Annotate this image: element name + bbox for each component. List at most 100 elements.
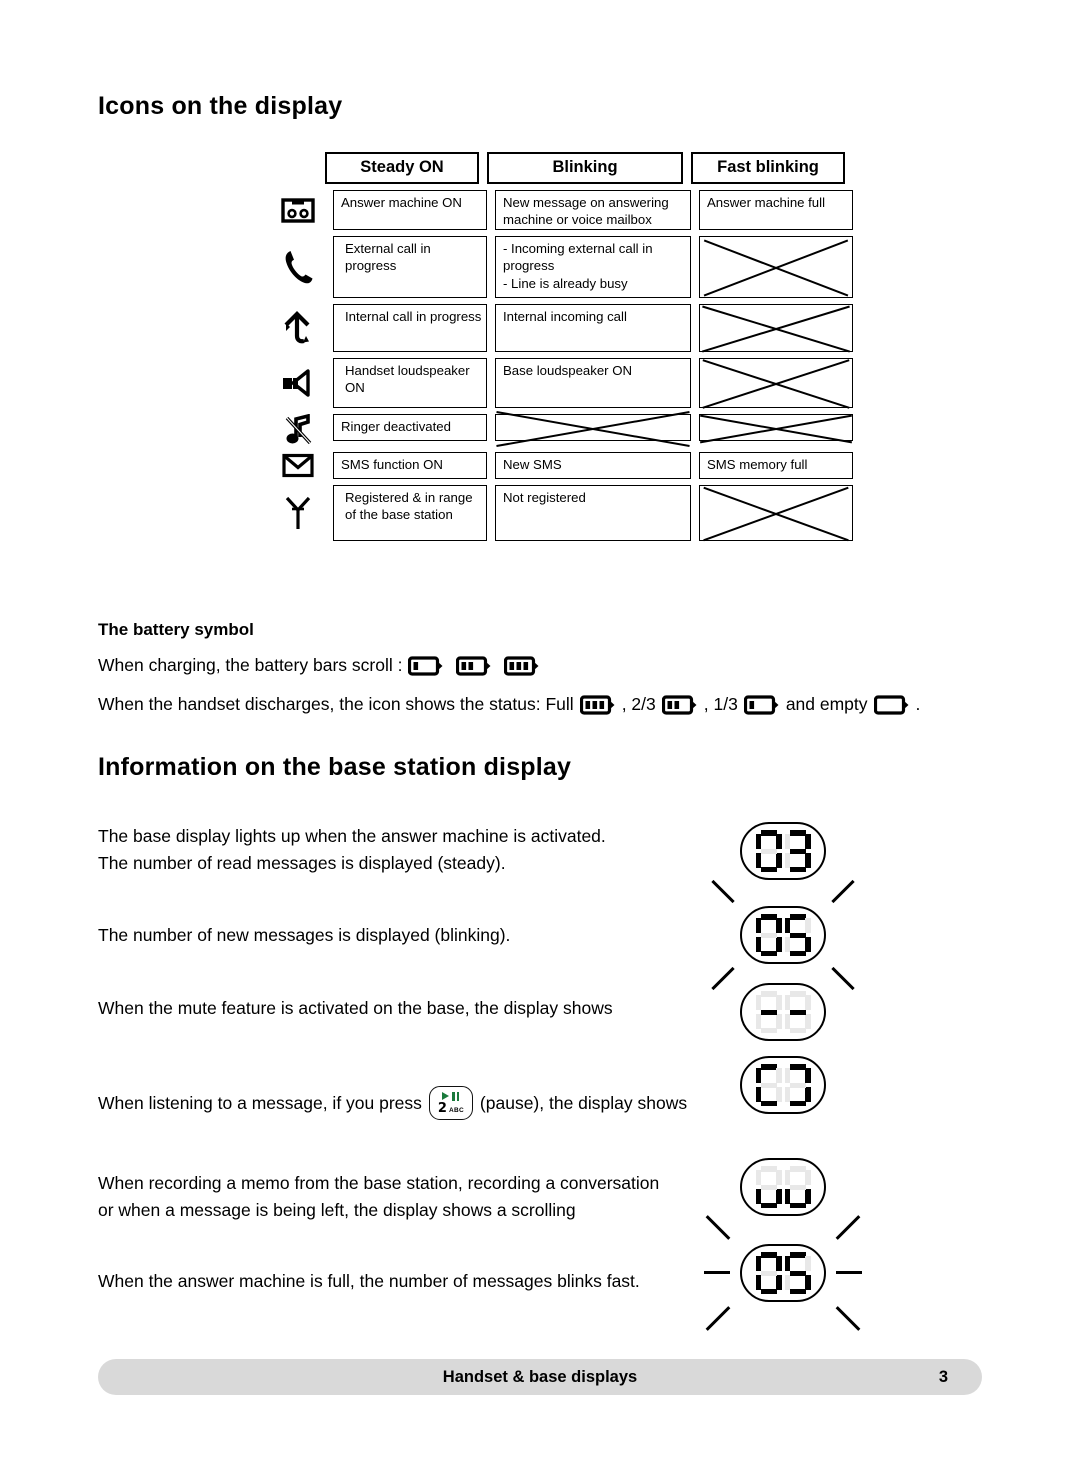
- cell-steady: External call in progress: [333, 236, 487, 298]
- cell-steady: SMS function ON: [333, 452, 487, 479]
- battery-discharge-text-5: .: [915, 694, 921, 714]
- table-row: Internal call in progress Internal incom…: [270, 304, 855, 352]
- seven-segment-oval: [740, 1056, 826, 1114]
- table-row: SMS function ON New SMS SMS memory full: [270, 452, 855, 479]
- ringer-off-icon: [270, 414, 325, 446]
- cell-steady: Internal call in progress: [333, 304, 487, 352]
- seven-segment-oval: [740, 1244, 826, 1302]
- page-title-base-station: Information on the base station display: [98, 753, 572, 781]
- cell-fast-blinking-empty: [699, 485, 853, 541]
- pause-text-after: (pause), the display shows: [479, 1092, 688, 1113]
- base-paragraph-full: When the answer machine is full, the num…: [98, 1271, 640, 1291]
- cell-fast-blinking-empty: [699, 304, 853, 352]
- table-row: Ringer deactivated: [270, 414, 855, 446]
- table-row: Registered & in range of the base statio…: [270, 485, 855, 541]
- antenna-icon: [270, 485, 325, 541]
- base-paragraph-new-messages: The number of new messages is displayed …: [98, 925, 511, 945]
- battery-charging-line: When charging, the battery bars scroll :: [98, 652, 546, 679]
- seven-segment-digit: [784, 914, 811, 956]
- pause-icon: [452, 1091, 460, 1101]
- loudspeaker-icon: [270, 358, 325, 408]
- table-row: Answer machine ON New message on answeri…: [270, 190, 855, 230]
- phone-handset-icon: [270, 236, 325, 298]
- page-title-icons: Icons on the display: [98, 92, 343, 120]
- base-paragraph-read-messages: The base display lights up when the answ…: [98, 826, 606, 873]
- answering-machine-icon: [270, 190, 325, 230]
- footer-title: Handset & base displays: [442, 1367, 638, 1386]
- battery-discharge-text-2: , 2/3: [621, 694, 656, 714]
- scrolling-display: [740, 1158, 826, 1216]
- battery-discharge-text-1: When the handset discharges, the icon sh…: [98, 694, 574, 714]
- battery-discharge-text-3: , 1/3: [703, 694, 738, 714]
- cell-blinking: New SMS: [495, 452, 691, 479]
- column-header-blinking: Blinking: [487, 152, 683, 184]
- key-icons: [442, 1091, 460, 1101]
- cell-blinking-empty: [495, 414, 691, 441]
- key-letters: ABC: [448, 1107, 464, 1114]
- cell-fast-blinking-empty: [699, 236, 853, 298]
- seven-segment-oval: [740, 983, 826, 1041]
- seven-segment-digit: [784, 1166, 811, 1208]
- cell-fast-blinking: Answer machine full: [699, 190, 853, 230]
- key-2-abc-button[interactable]: 2 ABC: [428, 1086, 473, 1120]
- table-row: External call in progress - Incoming ext…: [270, 236, 855, 298]
- footer-page-number: 3: [938, 1367, 948, 1386]
- battery-icon-empty: [873, 694, 910, 716]
- battery-discharge-line: When the handset discharges, the icon sh…: [98, 691, 920, 718]
- cell-blinking: - Incoming external call in progress - L…: [495, 236, 691, 298]
- envelope-sms-icon: [270, 452, 325, 479]
- battery-icon-1-bar: [408, 655, 444, 677]
- cell-fast-blinking: SMS memory full: [699, 452, 853, 479]
- column-header-steady-on: Steady ON: [325, 152, 479, 184]
- seven-segment-digit: [784, 830, 811, 872]
- page-footer: Handset & base displays 3: [98, 1359, 982, 1395]
- cell-blinking: Not registered: [495, 485, 691, 541]
- internal-call-icon: [270, 304, 325, 352]
- mute-display: [740, 983, 826, 1041]
- column-header-fast-blinking: Fast blinking: [691, 152, 845, 184]
- key-digit: 2: [437, 1100, 447, 1116]
- battery-discharge-text-4: and empty: [785, 694, 868, 714]
- table-header-row: Steady ON Blinking Fast blinking: [325, 152, 855, 184]
- battery-icon-one-third: [743, 694, 780, 716]
- battery-icon-two-thirds: [661, 694, 698, 716]
- read-messages-display: [740, 822, 826, 880]
- seven-segment-digit: [755, 1064, 782, 1106]
- seven-segment-digit: [784, 1252, 811, 1294]
- cell-fast-blinking-empty: [699, 358, 853, 408]
- document-page: Icons on the display Steady ON Blinking …: [0, 0, 1080, 1477]
- seven-segment-digit: [784, 1064, 811, 1106]
- seven-segment-oval: [740, 906, 826, 964]
- battery-icon-full: [579, 694, 616, 716]
- battery-icon-2-bars: [456, 655, 492, 677]
- key-label: 2 ABC: [438, 1102, 464, 1115]
- cell-steady: Ringer deactivated: [333, 414, 487, 441]
- base-paragraph-mute: When the mute feature is activated on th…: [98, 998, 613, 1018]
- cell-steady: Answer machine ON: [333, 190, 487, 230]
- seven-segment-digit: [784, 991, 811, 1033]
- pause-display: [740, 1056, 826, 1114]
- play-icon: [442, 1092, 450, 1100]
- seven-segment-digit: [755, 1252, 782, 1294]
- seven-segment-oval: [740, 822, 826, 880]
- cell-blinking: Internal incoming call: [495, 304, 691, 352]
- seven-segment-digit: [755, 914, 782, 956]
- seven-segment-oval: [740, 1158, 826, 1216]
- cell-blinking: New message on answering machine or voic…: [495, 190, 691, 230]
- answer-machine-full-display: [704, 1215, 862, 1331]
- cell-steady: Registered & in range of the base statio…: [333, 485, 487, 541]
- base-paragraph-recording: When recording a memo from the base stat…: [98, 1173, 660, 1220]
- battery-icon-3-bars: [504, 655, 540, 677]
- cell-blinking: Base loudspeaker ON: [495, 358, 691, 408]
- base-paragraph-pause: When listening to a message, if you pres…: [98, 1086, 687, 1120]
- new-messages-display: [711, 879, 855, 991]
- cell-fast-blinking-empty: [699, 414, 853, 441]
- seven-segment-digit: [755, 991, 782, 1033]
- pause-text-before: When listening to a message, if you pres…: [98, 1092, 422, 1113]
- seven-segment-digit: [755, 830, 782, 872]
- subheading-battery-symbol: The battery symbol: [98, 620, 254, 639]
- battery-charging-text: When charging, the battery bars scroll :: [98, 655, 403, 675]
- icons-table: Steady ON Blinking Fast blinking Answer …: [270, 152, 855, 541]
- table-row: Handset loudspeaker ON Base loudspeaker …: [270, 358, 855, 408]
- cell-steady: Handset loudspeaker ON: [333, 358, 487, 408]
